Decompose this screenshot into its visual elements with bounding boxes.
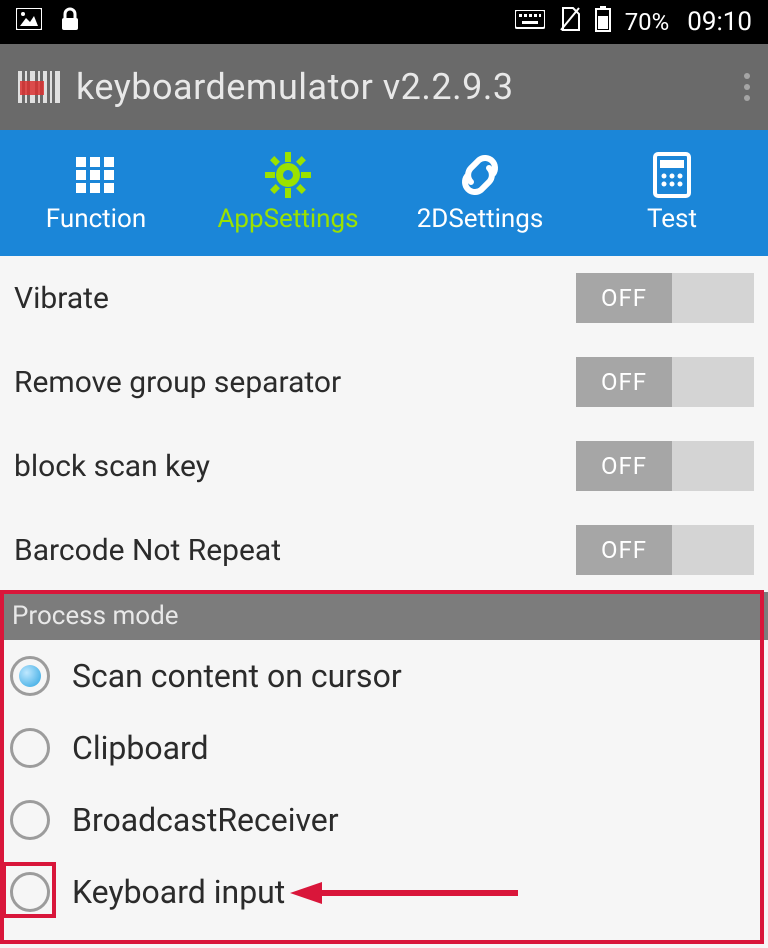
section-title: Process mode — [12, 601, 179, 631]
radio-broadcast-receiver[interactable]: BroadcastReceiver — [0, 784, 768, 856]
calculator-icon — [653, 152, 691, 198]
app-title: keyboardemulator v2.2.9.3 — [76, 66, 514, 108]
tab-appsettings[interactable]: AppSettings — [192, 130, 384, 256]
link-icon — [455, 152, 505, 198]
radio-button-icon — [10, 872, 50, 912]
barcode-icon — [18, 67, 62, 107]
setting-label: Barcode Not Repeat — [14, 533, 576, 568]
tab-function[interactable]: Function — [0, 130, 192, 256]
toggle-knob: OFF — [576, 357, 672, 407]
battery-percent: 70% — [625, 8, 670, 36]
keyboard-icon — [515, 8, 545, 36]
radio-label: BroadcastReceiver — [72, 801, 339, 839]
setting-label: Vibrate — [14, 281, 576, 316]
settings-list: Vibrate OFF Remove group separator OFF b… — [0, 256, 768, 948]
toggle-block-scan-key[interactable]: OFF — [576, 441, 754, 491]
clock-time: 09:10 — [687, 7, 752, 37]
screen: 70% 09:10 keyboardemulator v2.2.9.3 — [0, 0, 768, 948]
app-bar: keyboardemulator v2.2.9.3 — [0, 44, 768, 130]
image-icon — [16, 8, 42, 36]
setting-remove-group-separator[interactable]: Remove group separator OFF — [0, 340, 768, 424]
tab-label: 2DSettings — [417, 204, 544, 234]
toggle-remove-group-separator[interactable]: OFF — [576, 357, 754, 407]
overflow-menu-button[interactable] — [744, 73, 750, 101]
status-left — [16, 6, 80, 38]
toggle-knob: OFF — [576, 273, 672, 323]
radio-button-icon — [10, 656, 50, 696]
setting-barcode-not-repeat[interactable]: Barcode Not Repeat OFF — [0, 508, 768, 592]
gear-icon — [265, 152, 311, 198]
tab-2dsettings[interactable]: 2DSettings — [384, 130, 576, 256]
toggle-barcode-not-repeat[interactable]: OFF — [576, 525, 754, 575]
radio-scan-content-on-cursor[interactable]: Scan content on cursor — [0, 640, 768, 712]
annotation-arrow-icon — [290, 878, 520, 908]
setting-vibrate[interactable]: Vibrate OFF — [0, 256, 768, 340]
tab-label: Function — [46, 204, 146, 234]
radio-label: Scan content on cursor — [72, 657, 402, 695]
radio-clipboard[interactable]: Clipboard — [0, 712, 768, 784]
tab-bar: Function AppSettings — [0, 130, 768, 256]
lock-icon — [60, 6, 80, 38]
setting-label: Remove group separator — [14, 365, 576, 400]
tab-test[interactable]: Test — [576, 130, 768, 256]
section-process-mode: Process mode — [0, 592, 768, 640]
radio-label: Clipboard — [72, 729, 209, 767]
radio-label: Keyboard input — [72, 873, 285, 911]
no-sim-icon — [559, 6, 581, 38]
radio-button-icon — [10, 728, 50, 768]
status-right: 70% 09:10 — [515, 6, 752, 38]
battery-icon — [595, 6, 611, 38]
grid-icon — [74, 152, 118, 198]
tab-label: AppSettings — [217, 204, 358, 234]
toggle-knob: OFF — [576, 525, 672, 575]
setting-label: block scan key — [14, 449, 576, 484]
status-bar: 70% 09:10 — [0, 0, 768, 44]
radio-button-icon — [10, 800, 50, 840]
setting-block-scan-key[interactable]: block scan key OFF — [0, 424, 768, 508]
toggle-vibrate[interactable]: OFF — [576, 273, 754, 323]
tab-label: Test — [647, 204, 697, 234]
toggle-knob: OFF — [576, 441, 672, 491]
